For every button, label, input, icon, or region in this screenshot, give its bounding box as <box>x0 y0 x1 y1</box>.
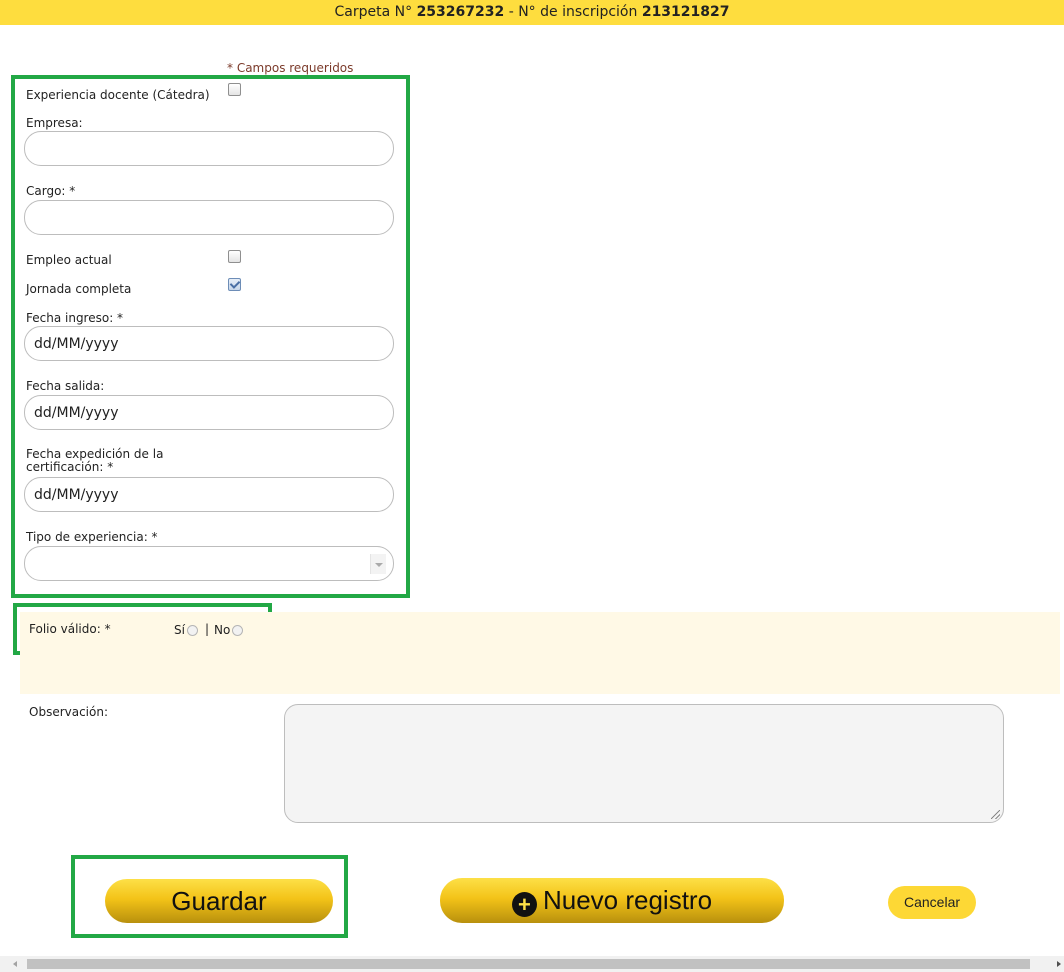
fecha-expedicion-label: Fecha expedición de la certificación: * <box>26 447 164 474</box>
scrollbar-thumb[interactable] <box>27 959 1030 969</box>
plus-circle-icon: + <box>511 892 537 917</box>
empleo-actual-label: Empleo actual <box>26 253 112 267</box>
empleo-actual-checkbox[interactable] <box>228 250 241 263</box>
fecha-expedicion-input[interactable] <box>24 477 394 512</box>
inscripcion-number: 213121827 <box>641 4 730 20</box>
carpeta-number: 253267232 <box>416 4 505 20</box>
chevron-down-icon[interactable] <box>370 554 386 574</box>
horizontal-scrollbar[interactable] <box>0 956 1064 972</box>
folio-no-radio[interactable] <box>232 625 243 636</box>
cargo-label: Cargo: * <box>26 184 76 198</box>
new-record-button[interactable]: + Nuevo registro <box>440 878 784 923</box>
fecha-ingreso-label: Fecha ingreso: * <box>26 311 124 325</box>
tipo-experiencia-label: Tipo de experiencia: * <box>26 530 158 544</box>
experiencia-docente-label: Experiencia docente (Cátedra) <box>26 88 210 102</box>
folio-no-label: No <box>214 623 231 637</box>
folder-header: Carpeta N° 253267232 - N° de inscripción… <box>0 0 1064 25</box>
cancel-button[interactable]: Cancelar <box>888 886 976 919</box>
empresa-input[interactable] <box>24 131 394 166</box>
folio-si-radio[interactable] <box>187 625 198 636</box>
experiencia-docente-checkbox[interactable] <box>228 83 241 96</box>
scroll-left-arrow-icon[interactable] <box>13 961 17 967</box>
fecha-ingreso-input[interactable] <box>24 326 394 361</box>
jornada-completa-checkbox[interactable] <box>228 278 241 291</box>
resize-grip-icon[interactable] <box>991 810 1000 819</box>
carpeta-label: Carpeta N° <box>334 4 413 20</box>
folio-label: Folio válido: * <box>29 622 111 636</box>
jornada-completa-label: Jornada completa <box>26 282 132 296</box>
scroll-right-arrow-icon[interactable] <box>1057 961 1061 967</box>
observacion-label: Observación: <box>29 705 109 719</box>
observacion-textarea[interactable] <box>284 704 1004 823</box>
cargo-input[interactable] <box>24 200 394 235</box>
fecha-salida-label: Fecha salida: <box>26 379 105 393</box>
folio-si-label: Sí <box>174 623 185 637</box>
folio-separator: | <box>205 622 210 636</box>
save-button[interactable]: Guardar <box>105 879 333 923</box>
new-record-label: Nuevo registro <box>542 885 713 915</box>
inscripcion-label: - N° de inscripción <box>508 4 638 20</box>
tipo-experiencia-select[interactable] <box>24 546 394 581</box>
fecha-salida-input[interactable] <box>24 395 394 430</box>
empresa-label: Empresa: <box>26 116 83 130</box>
required-fields-note: * Campos requeridos <box>227 61 354 75</box>
